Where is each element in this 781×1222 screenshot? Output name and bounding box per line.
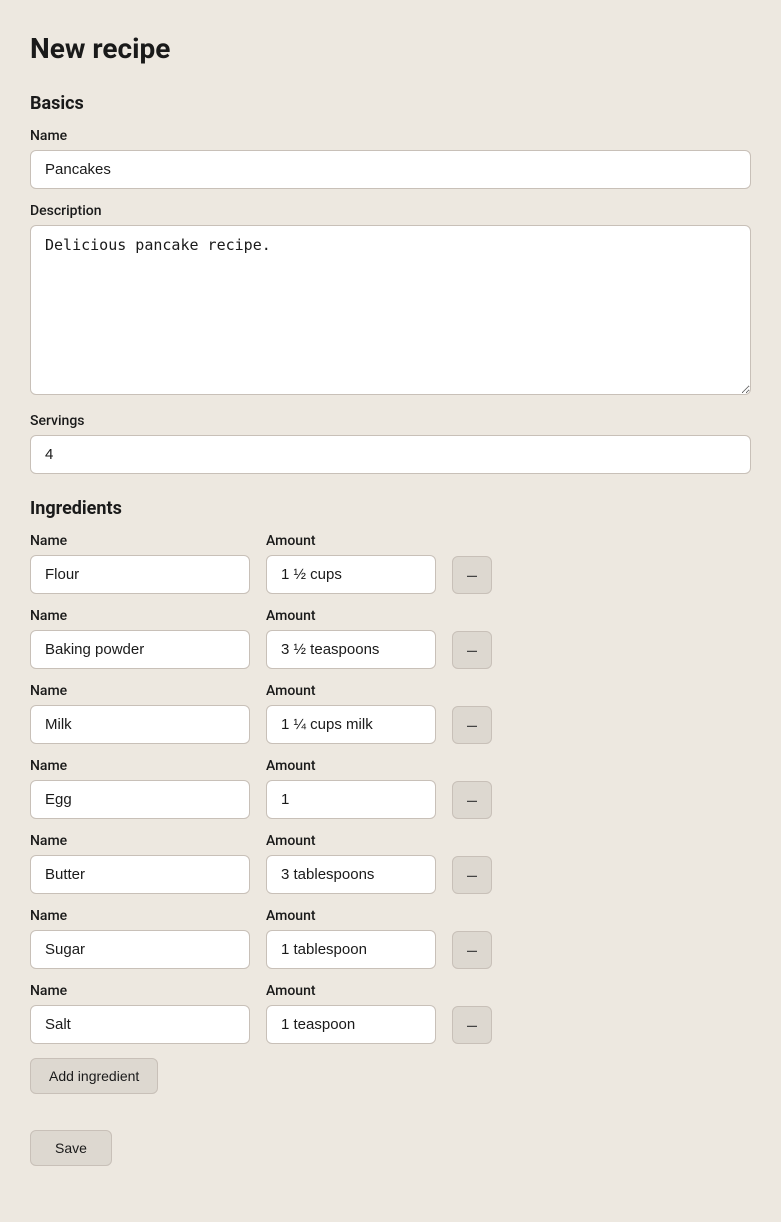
ingredient-name-label-1: Name xyxy=(30,608,250,624)
ingredient-amount-input-1[interactable] xyxy=(266,630,436,669)
ingredient-row: Name Amount – xyxy=(30,983,751,1044)
ingredient-name-col-0: Name xyxy=(30,533,250,594)
ingredient-amount-label-5: Amount xyxy=(266,908,436,924)
ingredient-amount-label-2: Amount xyxy=(266,683,436,699)
ingredient-name-input-1[interactable] xyxy=(30,630,250,669)
ingredient-amount-input-3[interactable] xyxy=(266,780,436,819)
ingredient-row: Name Amount – xyxy=(30,908,751,969)
ingredient-amount-input-2[interactable] xyxy=(266,705,436,744)
ingredient-remove-col-6: – xyxy=(452,1006,492,1044)
servings-label: Servings xyxy=(30,413,751,429)
description-input[interactable]: Delicious pancake recipe. xyxy=(30,225,751,395)
ingredient-amount-col-3: Amount xyxy=(266,758,436,819)
ingredient-remove-col-3: – xyxy=(452,781,492,819)
basics-heading: Basics xyxy=(30,93,751,114)
name-input[interactable] xyxy=(30,150,751,189)
remove-ingredient-button-6[interactable]: – xyxy=(452,1006,492,1044)
ingredient-amount-input-0[interactable] xyxy=(266,555,436,594)
ingredient-remove-col-0: – xyxy=(452,556,492,594)
ingredient-amount-label-1: Amount xyxy=(266,608,436,624)
save-button[interactable]: Save xyxy=(30,1130,112,1166)
ingredient-amount-col-0: Amount xyxy=(266,533,436,594)
ingredient-name-label-2: Name xyxy=(30,683,250,699)
remove-ingredient-button-5[interactable]: – xyxy=(452,931,492,969)
remove-ingredient-button-3[interactable]: – xyxy=(452,781,492,819)
ingredient-name-col-6: Name xyxy=(30,983,250,1044)
save-section: Save xyxy=(30,1130,751,1166)
ingredient-remove-col-2: – xyxy=(452,706,492,744)
remove-ingredient-button-4[interactable]: – xyxy=(452,856,492,894)
ingredient-amount-input-6[interactable] xyxy=(266,1005,436,1044)
ingredient-amount-input-4[interactable] xyxy=(266,855,436,894)
ingredient-amount-col-6: Amount xyxy=(266,983,436,1044)
remove-ingredient-button-0[interactable]: – xyxy=(452,556,492,594)
ingredient-remove-col-4: – xyxy=(452,856,492,894)
ingredient-name-col-4: Name xyxy=(30,833,250,894)
ingredient-amount-label-0: Amount xyxy=(266,533,436,549)
ingredient-name-col-5: Name xyxy=(30,908,250,969)
add-ingredient-button[interactable]: Add ingredient xyxy=(30,1058,158,1094)
remove-ingredient-button-2[interactable]: – xyxy=(452,706,492,744)
ingredient-amount-col-4: Amount xyxy=(266,833,436,894)
name-label: Name xyxy=(30,128,751,144)
basics-section: Basics Name Description Delicious pancak… xyxy=(30,93,751,474)
ingredient-name-col-1: Name xyxy=(30,608,250,669)
ingredient-row: Name Amount – xyxy=(30,833,751,894)
ingredient-name-input-4[interactable] xyxy=(30,855,250,894)
ingredient-name-label-5: Name xyxy=(30,908,250,924)
ingredients-section: Ingredients Name Amount – Name Amount xyxy=(30,498,751,1110)
ingredient-amount-label-3: Amount xyxy=(266,758,436,774)
ingredient-row: Name Amount – xyxy=(30,758,751,819)
servings-input[interactable] xyxy=(30,435,751,474)
ingredient-amount-label-4: Amount xyxy=(266,833,436,849)
ingredient-amount-input-5[interactable] xyxy=(266,930,436,969)
ingredient-name-input-6[interactable] xyxy=(30,1005,250,1044)
ingredient-name-input-5[interactable] xyxy=(30,930,250,969)
ingredient-name-input-3[interactable] xyxy=(30,780,250,819)
page-title: New recipe xyxy=(30,32,751,65)
ingredient-amount-col-2: Amount xyxy=(266,683,436,744)
ingredient-name-label-3: Name xyxy=(30,758,250,774)
ingredients-heading: Ingredients xyxy=(30,498,751,519)
ingredient-amount-col-5: Amount xyxy=(266,908,436,969)
ingredient-amount-col-1: Amount xyxy=(266,608,436,669)
ingredient-row: Name Amount – xyxy=(30,533,751,594)
ingredient-name-col-3: Name xyxy=(30,758,250,819)
ingredient-name-col-2: Name xyxy=(30,683,250,744)
remove-ingredient-button-1[interactable]: – xyxy=(452,631,492,669)
ingredient-remove-col-1: – xyxy=(452,631,492,669)
ingredient-amount-label-6: Amount xyxy=(266,983,436,999)
ingredient-name-label-0: Name xyxy=(30,533,250,549)
ingredient-name-label-6: Name xyxy=(30,983,250,999)
ingredient-name-label-4: Name xyxy=(30,833,250,849)
ingredient-remove-col-5: – xyxy=(452,931,492,969)
ingredient-row: Name Amount – xyxy=(30,608,751,669)
ingredient-name-input-2[interactable] xyxy=(30,705,250,744)
ingredient-row: Name Amount – xyxy=(30,683,751,744)
ingredient-name-input-0[interactable] xyxy=(30,555,250,594)
description-label: Description xyxy=(30,203,751,219)
ingredients-list: Name Amount – Name Amount – xyxy=(30,533,751,1044)
